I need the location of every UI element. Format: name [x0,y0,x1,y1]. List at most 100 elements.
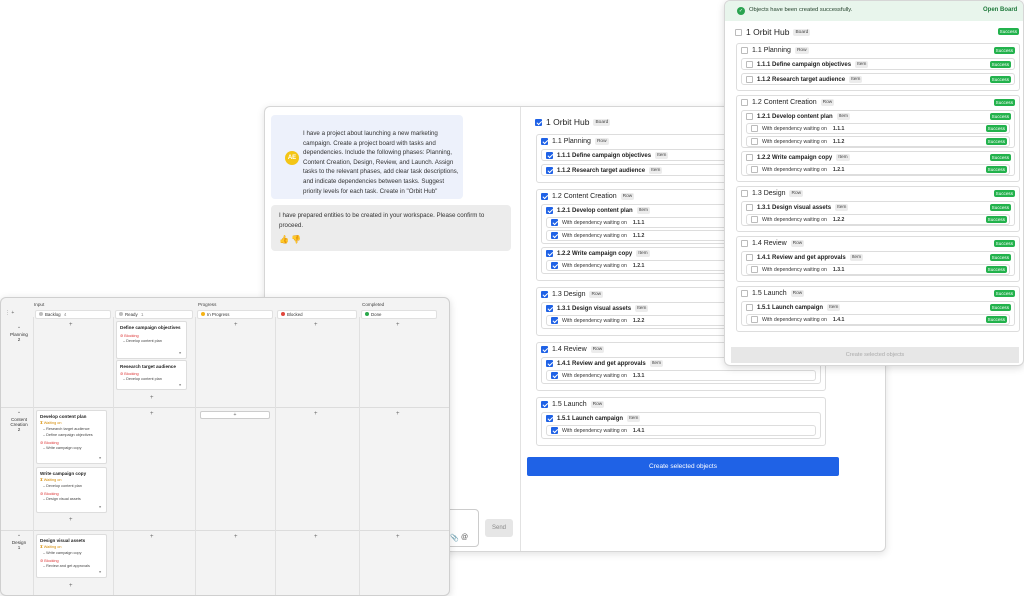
tree-item[interactable]: 1.2.2 Write campaign copy Item [746,154,850,161]
create-selected-button-disabled[interactable]: Create selected objects [731,347,1019,363]
card-define-campaign-objectives[interactable]: Define campaign objectives ⊘ Blocking – … [116,321,187,359]
checkbox[interactable] [546,207,553,214]
tree-item[interactable]: 1.5.1 Launch campaign Item [746,304,841,311]
tree-item[interactable]: 1.5.1 Launch campaign Item [546,415,641,422]
tree-item[interactable]: 1.1.2 Research target audience Item [746,76,863,83]
checkbox[interactable] [751,216,758,223]
add-card-button[interactable]: + [150,411,154,417]
column-header[interactable]: In Progress [197,310,273,319]
checkbox[interactable] [741,190,748,197]
tree-item[interactable]: 1.1.1 Define campaign objectives Item [746,61,869,68]
card-menu-icon[interactable]: ≡ [179,383,181,387]
tree-board[interactable]: 1 Orbit Hub Board [535,117,611,127]
dependency[interactable]: With dependency waiting on 1.2.2 [551,317,644,324]
add-card-button[interactable]: + [234,534,238,540]
checkbox[interactable] [741,47,748,54]
tree-board[interactable]: 1 Orbit Hub Board [735,27,811,37]
dependency[interactable]: With dependency waiting on 1.2.1 [551,262,644,269]
card-menu-icon[interactable]: ≡ [99,505,101,509]
checkbox[interactable] [746,254,753,261]
column-header[interactable]: Blocked [277,310,357,319]
checkbox[interactable] [746,113,753,120]
checkbox[interactable] [551,317,558,324]
checkbox[interactable] [551,372,558,379]
column-header[interactable]: Backlog 4 [35,310,111,319]
create-selected-button[interactable]: Create selected objects [527,457,839,476]
checkbox[interactable] [535,118,542,126]
open-board-link[interactable]: Open Board [983,7,1017,13]
tree-row[interactable]: 1.2 Content Creation Row [541,193,635,200]
lane-planning[interactable]: ⌃ Planning 2 [4,326,34,342]
add-card-button[interactable]: + [396,411,400,417]
tree-row[interactable]: 1.5 Launch Row [541,401,605,408]
message-input[interactable]: 📎 @ [445,509,479,547]
checkbox[interactable] [551,219,558,226]
checkbox[interactable] [546,167,553,174]
dependency[interactable]: With dependency waiting on 1.1.2 [551,232,644,239]
add-card-input[interactable]: + [200,411,270,419]
tree-item[interactable]: 1.2.2 Write campaign copy Item [546,250,650,257]
tree-item[interactable]: 1.1.1 Define campaign objectives Item [546,152,669,159]
checkbox[interactable] [546,415,553,422]
dependency[interactable]: With dependency waiting on 1.1.2 [751,138,844,145]
tree-row[interactable]: 1.1 Planning Row [741,47,809,54]
add-card-button[interactable]: + [69,322,73,328]
tree-item[interactable]: 1.3.1 Design visual assets Item [546,305,649,312]
checkbox[interactable] [746,154,753,161]
checkbox[interactable] [751,316,758,323]
checkbox[interactable] [741,99,748,106]
thumbs-down-icon[interactable]: 👎 [291,235,301,244]
tree-row[interactable]: 1.1 Planning Row [541,138,609,145]
card-develop-content-plan[interactable]: Develop content plan ⧗ Waiting on – Rese… [36,410,107,464]
tree-item[interactable]: 1.2.1 Develop content plan Item [746,113,851,120]
column-header[interactable]: Done [361,310,437,319]
tree-row[interactable]: 1.2 Content Creation Row [741,99,835,106]
tree-row[interactable]: 1.3 Design Row [541,291,604,298]
checkbox[interactable] [546,305,553,312]
checkbox[interactable] [541,346,548,353]
dependency[interactable]: With dependency waiting on 1.4.1 [751,316,844,323]
checkbox[interactable] [546,152,553,159]
dependency[interactable]: With dependency waiting on 1.3.1 [551,372,644,379]
tree-row[interactable]: 1.4 Review Row [541,346,605,353]
add-card-button[interactable]: + [150,534,154,540]
checkbox[interactable] [551,427,558,434]
card-menu-icon[interactable]: ≡ [179,351,181,355]
add-card-button[interactable]: + [150,395,154,401]
tree-item[interactable]: 1.3.1 Design visual assets Item [746,204,849,211]
dependency[interactable]: With dependency waiting on 1.2.2 [751,216,844,223]
lane-design[interactable]: ⌃ Design 1 [4,534,34,550]
send-button[interactable]: Send [485,519,513,537]
card-design-visual-assets[interactable]: Design visual assets ⧗ Waiting on – Writ… [36,534,107,578]
checkbox[interactable] [751,138,758,145]
add-card-button[interactable]: + [234,322,238,328]
dependency[interactable]: With dependency waiting on 1.4.1 [551,427,644,434]
mention-icon[interactable]: @ [461,534,468,541]
checkbox[interactable] [751,125,758,132]
add-card-button[interactable]: + [396,322,400,328]
card-write-campaign-copy[interactable]: Write campaign copy ⧗ Waiting on – Devel… [36,467,107,513]
checkbox[interactable] [541,401,548,408]
checkbox[interactable] [741,240,748,247]
tree-item[interactable]: 1.1.2 Research target audience Item [546,167,663,174]
tree-row[interactable]: 1.3 Design Row [741,190,804,197]
checkbox[interactable] [551,232,558,239]
checkbox[interactable] [735,28,742,36]
tree-item[interactable]: 1.4.1 Review and get approvals Item [746,254,864,261]
dependency[interactable]: With dependency waiting on 1.3.1 [751,266,844,273]
board-toolbar-icons[interactable]: ⋮ + [5,310,14,316]
card-menu-icon[interactable]: ≡ [99,456,101,460]
column-header[interactable]: Ready 1 [115,310,193,319]
checkbox[interactable] [541,138,548,145]
checkbox[interactable] [541,193,548,200]
tree-row[interactable]: 1.5 Launch Row [741,290,805,297]
checkbox[interactable] [751,166,758,173]
checkbox[interactable] [746,204,753,211]
dependency[interactable]: With dependency waiting on 1.1.1 [551,219,644,226]
tree-row[interactable]: 1.4 Review Row [741,240,805,247]
dependency[interactable]: With dependency waiting on 1.1.1 [751,125,844,132]
dependency[interactable]: With dependency waiting on 1.2.1 [751,166,844,173]
thumbs-up-icon[interactable]: 👍 [279,235,289,244]
card-research-target-audience[interactable]: Research target audience ⊘ Blocking – De… [116,360,187,390]
add-card-button[interactable]: + [69,517,73,523]
